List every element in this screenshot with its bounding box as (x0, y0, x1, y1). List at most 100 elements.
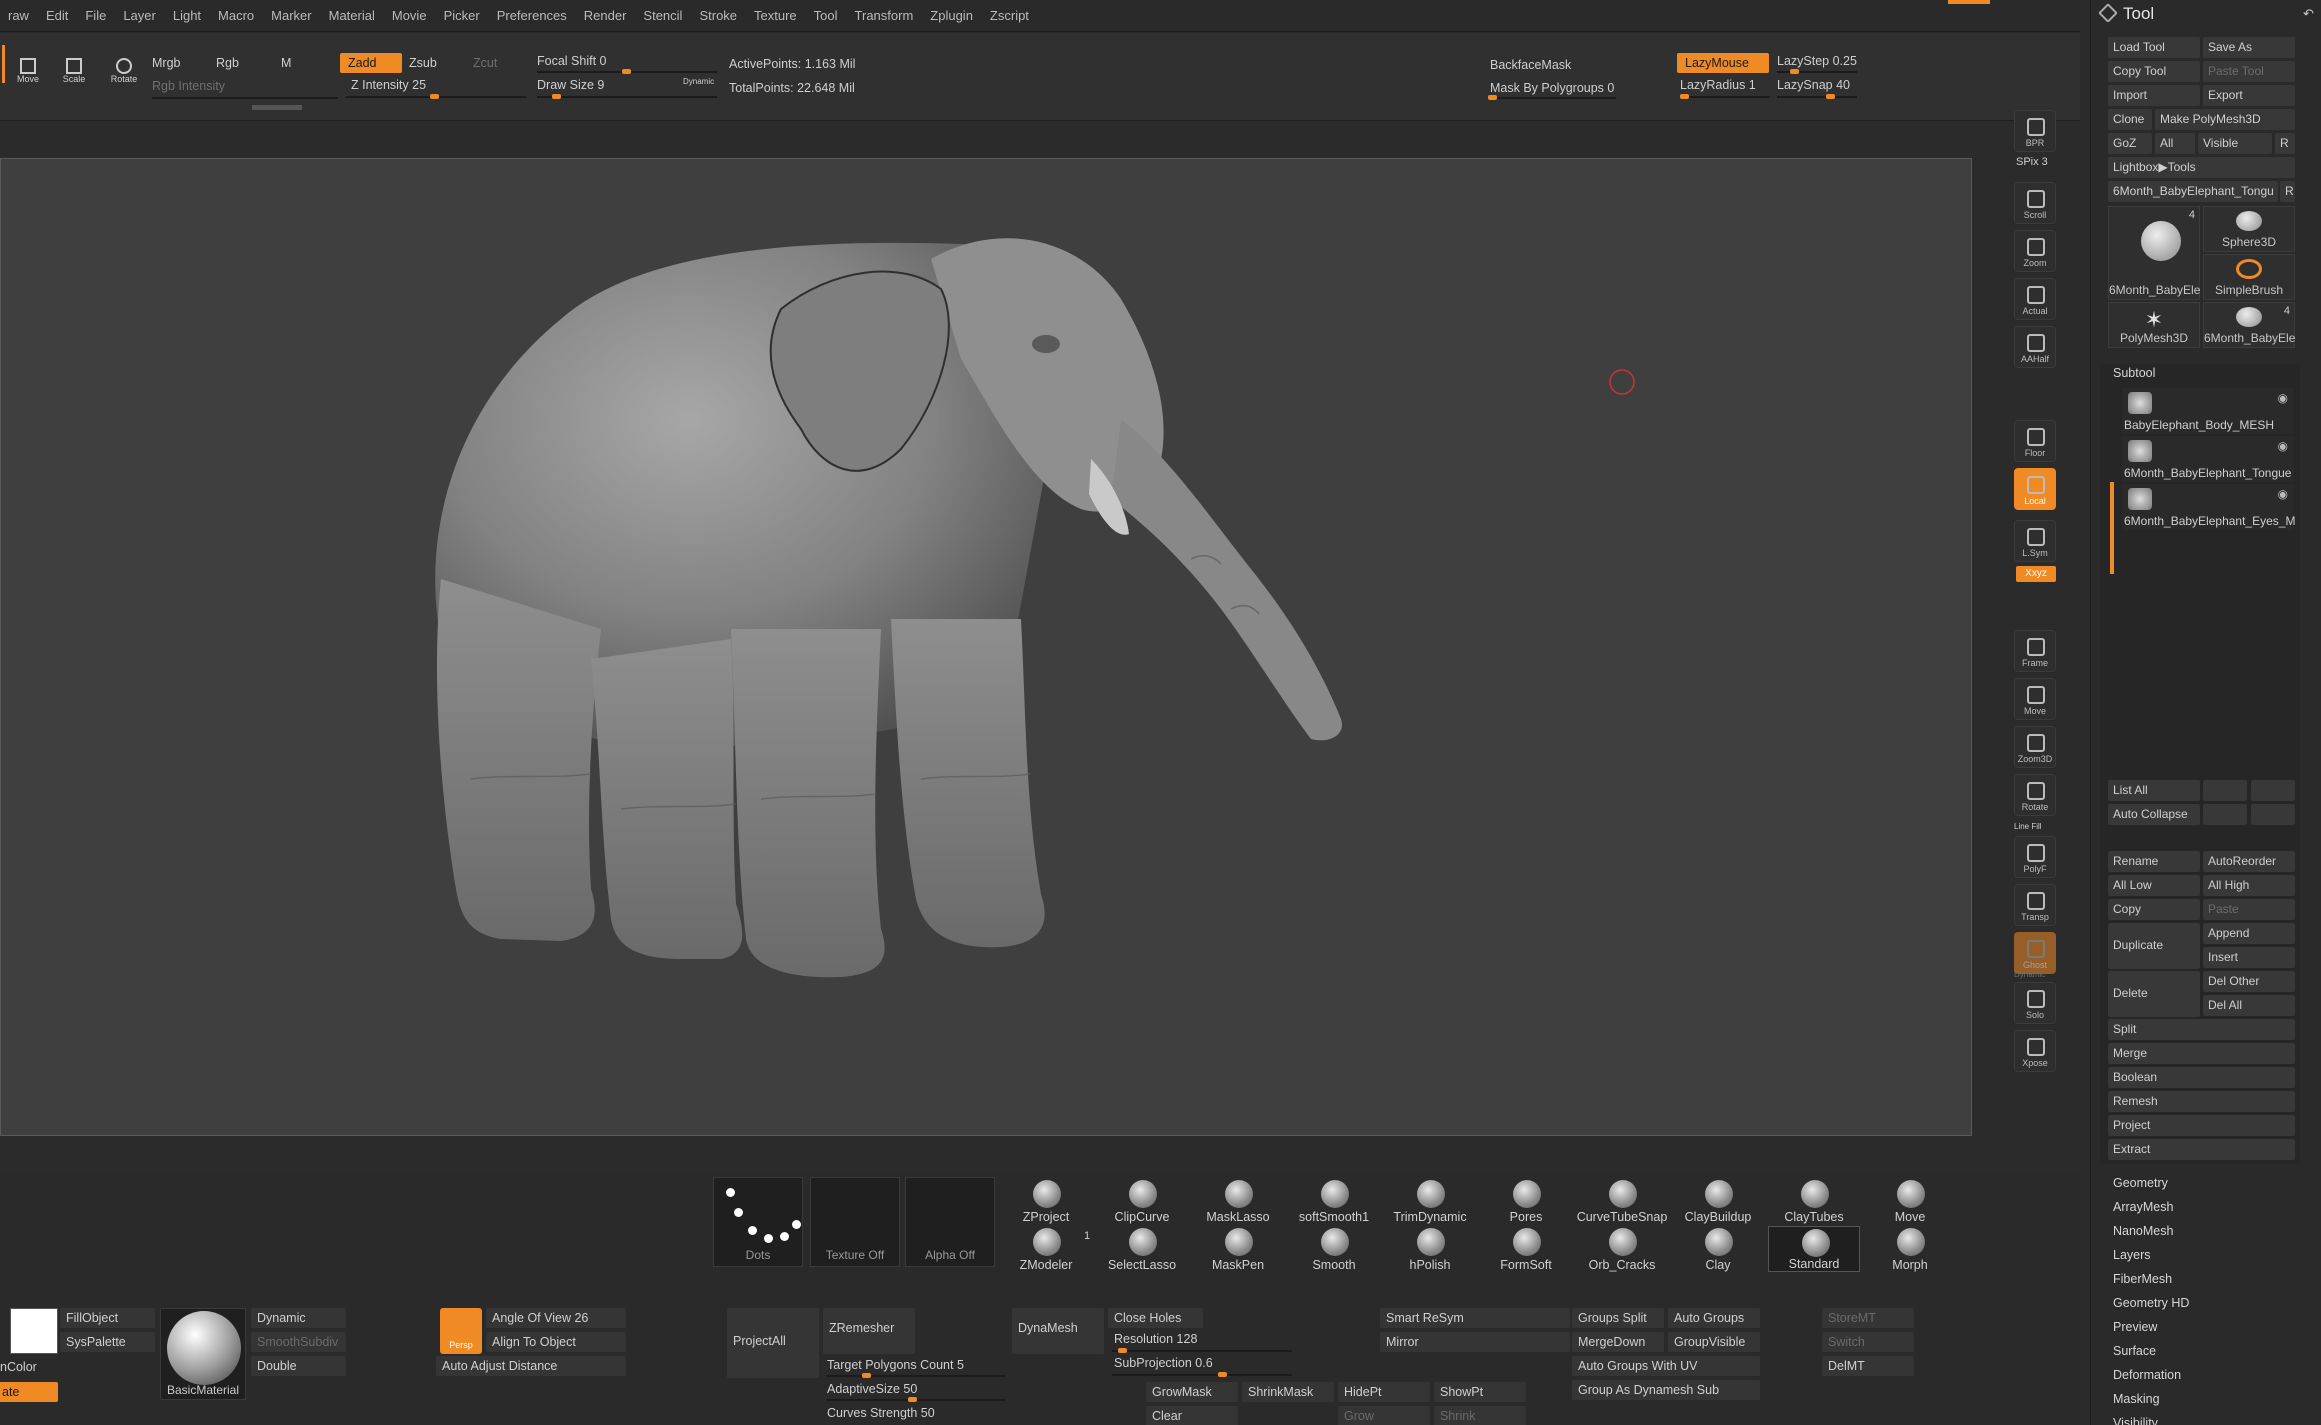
section-extract[interactable]: Extract (2108, 1139, 2295, 1160)
menu-tool[interactable]: Tool (806, 0, 847, 32)
section-merge[interactable]: Merge (2108, 1043, 2295, 1064)
mask-by-polygroups-slider[interactable]: Mask By Polygroups 0 (1490, 81, 1614, 95)
menu-file[interactable]: File (77, 0, 115, 32)
material-dynamic-button[interactable]: Dynamic (251, 1308, 346, 1328)
mergedown-button[interactable]: MergeDown (1572, 1332, 1664, 1352)
lazyradius-knob[interactable] (1680, 94, 1689, 99)
main-color-swatch[interactable] (10, 1308, 58, 1354)
clone-button[interactable]: Clone (2108, 109, 2152, 130)
brush-clipcurve[interactable]: ClipCurve (1096, 1178, 1188, 1224)
menu-texture[interactable]: Texture (746, 0, 806, 32)
tool-thumb-sphere3d[interactable]: Sphere3D (2203, 206, 2295, 252)
subtool-item-2[interactable]: ◉ 6Month_BabyElephant_Tongue (2122, 436, 2294, 482)
menu-stencil[interactable]: Stencil (635, 0, 691, 32)
menu-picker[interactable]: Picker (436, 0, 489, 32)
rgb-button[interactable]: Rgb (216, 56, 239, 70)
clear-button[interactable]: Clear (1146, 1406, 1238, 1425)
dots-stroke-selector[interactable]: Dots (713, 1177, 803, 1267)
menu-marker[interactable]: Marker (263, 0, 320, 32)
mrgb-button[interactable]: Mrgb (152, 56, 180, 70)
duplicate-button[interactable]: Duplicate (2108, 923, 2200, 969)
section-nanomesh[interactable]: NanoMesh (2113, 1224, 2173, 1238)
goz-button[interactable]: GoZ (2108, 133, 2152, 154)
material-selector[interactable]: BasicMaterial (160, 1308, 246, 1400)
menu-transform[interactable]: Transform (847, 0, 923, 32)
frame-button[interactable]: Frame (2014, 630, 2056, 672)
menu-zplugin[interactable]: Zplugin (922, 0, 982, 32)
persp-button[interactable]: Persp (440, 1308, 482, 1354)
xyz-button[interactable]: Xxyz (2016, 566, 2056, 582)
panel-close-icon[interactable]: ↶ (2303, 6, 2314, 22)
section-deformation[interactable]: Deformation (2113, 1368, 2181, 1382)
target-polygons-slider[interactable]: Target Polygons Count 5 (827, 1358, 964, 1372)
tool-thumb-polymesh3d[interactable]: PolyMesh3D ✶ (2108, 302, 2200, 348)
eye-icon[interactable]: ◉ (2278, 439, 2288, 453)
menu-macro[interactable]: Macro (210, 0, 263, 32)
menu-stroke[interactable]: Stroke (691, 0, 746, 32)
brush-selectlasso[interactable]: SelectLasso (1096, 1226, 1188, 1272)
rotate-view-button[interactable]: Rotate (2014, 774, 2056, 816)
mirror-button[interactable]: Mirror (1380, 1332, 1570, 1352)
rgb-intensity-slider[interactable]: Rgb Intensity (152, 79, 225, 93)
goz-visible-button[interactable]: Visible (2198, 133, 2272, 154)
zadd-button[interactable]: Zadd (340, 53, 402, 73)
section-boolean[interactable]: Boolean (2108, 1067, 2295, 1088)
menu-movie[interactable]: Movie (384, 0, 436, 32)
section-arraymesh[interactable]: ArrayMesh (2113, 1200, 2173, 1214)
smart-resym-button[interactable]: Smart ReSym (1380, 1308, 1570, 1328)
delete-button[interactable]: Delete (2108, 971, 2200, 1017)
zremesher-button[interactable]: ZRemesher (823, 1308, 915, 1354)
smooth-subdiv-slider[interactable]: SmoothSubdiv (251, 1332, 346, 1352)
collapse-right-button[interactable] (2251, 804, 2295, 825)
adaptive-size-knob[interactable] (908, 1397, 917, 1402)
lightbox-tools-button[interactable]: Lightbox▶Tools (2108, 157, 2295, 178)
brush-claytubes[interactable]: ClayTubes (1768, 1178, 1860, 1224)
brush-claybuildup[interactable]: ClayBuildup (1672, 1178, 1764, 1224)
group-as-dynamesh-button[interactable]: Group As Dynamesh Sub (1572, 1380, 1760, 1400)
brush-pores[interactable]: Pores (1480, 1178, 1572, 1224)
make-polymesh-button[interactable]: Make PolyMesh3D (2155, 109, 2295, 130)
hidept-button[interactable]: HidePt (1338, 1382, 1430, 1402)
lazystep-knob[interactable] (1790, 69, 1799, 74)
all-low-button[interactable]: All Low (2108, 875, 2200, 896)
subtool-item-1[interactable]: ◉ BabyElephant_Body_MESH (2122, 388, 2294, 434)
brush-masklasso[interactable]: MaskLasso (1192, 1178, 1284, 1224)
auto-collapse-button[interactable]: Auto Collapse (2108, 804, 2200, 825)
insert-button[interactable]: Insert (2203, 947, 2295, 968)
syspalette-button[interactable]: SysPalette (60, 1332, 155, 1352)
menu-material[interactable]: Material (321, 0, 384, 32)
goz-all-button[interactable]: All (2155, 133, 2195, 154)
section-project[interactable]: Project (2108, 1115, 2295, 1136)
brush-maskpen[interactable]: MaskPen (1192, 1226, 1284, 1272)
resolution-slider[interactable]: Resolution 128 (1114, 1332, 1197, 1346)
ghost-button[interactable]: Ghost (2014, 932, 2056, 974)
lsym-button[interactable]: L.Sym (2014, 520, 2056, 562)
section-masking[interactable]: Masking (2113, 1392, 2160, 1406)
lazystep-slider[interactable]: LazyStep 0.25 (1777, 54, 1857, 68)
section-geometry[interactable]: Geometry (2113, 1176, 2168, 1190)
mask-polygroups-knob[interactable] (1488, 95, 1497, 100)
paste-button[interactable]: Paste (2203, 899, 2295, 920)
double-button[interactable]: Double (251, 1356, 346, 1376)
menu-zscript[interactable]: Zscript (982, 0, 1038, 32)
move-down-button[interactable] (2251, 780, 2295, 801)
draw-size-knob[interactable] (552, 94, 561, 99)
backface-mask-button[interactable]: BackfaceMask (1490, 58, 1571, 72)
zoom-button[interactable]: Zoom (2014, 230, 2056, 272)
del-all-button[interactable]: Del All (2203, 995, 2295, 1016)
growmask-button[interactable]: GrowMask (1146, 1382, 1238, 1402)
save-as-button[interactable]: Save As (2203, 37, 2295, 58)
rotate-button[interactable]: Rotate (108, 58, 140, 98)
adaptive-size-slider[interactable]: AdaptiveSize 50 (827, 1382, 917, 1396)
draw-size-slider[interactable]: Draw Size 9 (537, 78, 604, 92)
aahalf-button[interactable]: AAHalf (2014, 326, 2056, 368)
eye-icon[interactable]: ◉ (2278, 487, 2288, 501)
load-tool-button[interactable]: Load Tool (2108, 37, 2200, 58)
texture-selector[interactable]: Texture Off (810, 1177, 900, 1267)
subprojection-knob[interactable] (1218, 1372, 1227, 1377)
section-split[interactable]: Split (2108, 1019, 2295, 1040)
auto-groups-button[interactable]: Auto Groups (1668, 1308, 1760, 1328)
scale-button[interactable]: Scale (58, 58, 90, 98)
focal-shift-slider[interactable]: Focal Shift 0 (537, 54, 606, 68)
brush-smooth[interactable]: Smooth (1288, 1226, 1380, 1272)
